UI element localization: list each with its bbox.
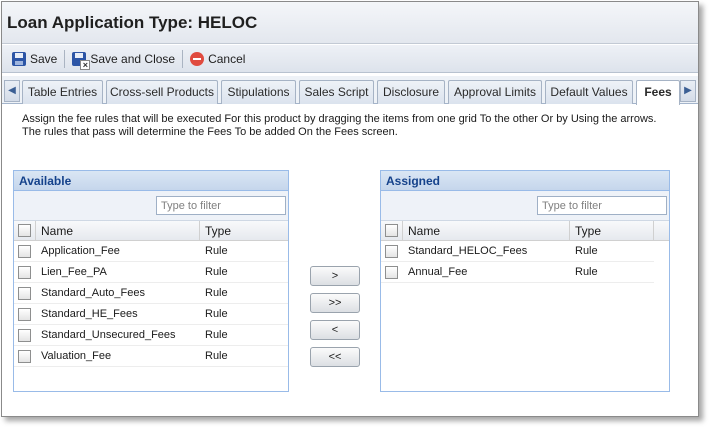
row-name: Lien_Fee_PA <box>41 266 107 278</box>
save-and-close-button[interactable]: × Save and Close <box>68 48 179 70</box>
move-right-button[interactable]: > <box>310 266 360 286</box>
assigned-name-column-header[interactable]: Name <box>403 221 570 240</box>
save-and-close-icon: × <box>72 51 91 70</box>
cancel-icon <box>190 51 205 66</box>
row-type: Rule <box>575 266 598 278</box>
toolbar: Save × Save and Close Cancel <box>2 45 698 73</box>
available-grid-body: Application_Fee Rule Lien_Fee_PA Rule St… <box>14 241 288 367</box>
row-checkbox[interactable] <box>18 349 31 363</box>
row-name: Standard_Auto_Fees <box>41 287 145 299</box>
available-select-all-checkbox[interactable] <box>18 224 31 237</box>
assigned-panel-title: Assigned <box>381 171 669 191</box>
available-panel-title: Available <box>14 171 288 191</box>
table-row[interactable]: Standard_Unsecured_Fees Rule <box>14 325 288 346</box>
row-checkbox[interactable] <box>18 244 31 258</box>
available-filter-input[interactable] <box>156 196 286 215</box>
row-name: Valuation_Fee <box>41 350 112 362</box>
save-label: Save <box>30 51 58 66</box>
row-name: Application_Fee <box>41 245 120 257</box>
toolbar-separator <box>64 49 66 68</box>
cancel-label: Cancel <box>208 51 246 66</box>
row-checkbox[interactable] <box>18 328 31 342</box>
move-all-left-button[interactable]: << <box>310 347 360 367</box>
assigned-grid-body: Standard_HELOC_Fees Rule Annual_Fee Rule <box>381 241 669 283</box>
assigned-filter-input[interactable] <box>537 196 667 215</box>
available-filter-bar <box>14 191 288 221</box>
save-and-close-label: Save and Close <box>90 51 176 66</box>
row-checkbox[interactable] <box>18 307 31 321</box>
assigned-type-column-header[interactable]: Type <box>570 221 654 240</box>
tab-default-values[interactable]: Default Values <box>545 80 633 104</box>
row-name: Standard_HE_Fees <box>41 308 138 320</box>
table-row[interactable]: Standard_HE_Fees Rule <box>14 304 288 325</box>
table-row[interactable]: Standard_Auto_Fees Rule <box>14 283 288 304</box>
instructions-text: Assign the fee rules that will be execut… <box>22 113 692 139</box>
window-title: Loan Application Type: HELOC <box>7 13 258 32</box>
row-name: Annual_Fee <box>408 266 468 278</box>
move-all-right-button[interactable]: >> <box>310 293 360 313</box>
row-type: Rule <box>205 245 228 257</box>
loan-application-type-window: Loan Application Type: HELOC Save × Save… <box>1 1 699 417</box>
assigned-select-all-checkbox[interactable] <box>385 224 398 237</box>
table-row[interactable]: Standard_HELOC_Fees Rule <box>381 241 654 262</box>
available-select-all-cell <box>14 221 36 240</box>
row-type: Rule <box>205 308 228 320</box>
tab-cross-sell-products[interactable]: Cross-sell Products <box>106 80 218 104</box>
row-type: Rule <box>205 266 228 278</box>
table-row[interactable]: Valuation_Fee Rule <box>14 346 288 367</box>
tab-scroll-right-icon[interactable]: ▶ <box>680 80 696 102</box>
row-checkbox[interactable] <box>385 244 398 258</box>
assigned-filter-bar <box>381 191 669 221</box>
row-checkbox[interactable] <box>385 265 398 279</box>
cancel-button[interactable]: Cancel <box>186 48 249 70</box>
tab-stipulations[interactable]: Stipulations <box>221 80 296 104</box>
assigned-grid-header: Name Type <box>381 221 669 241</box>
row-type: Rule <box>575 245 598 257</box>
available-name-column-header[interactable]: Name <box>36 221 200 240</box>
save-icon <box>12 51 26 66</box>
row-type: Rule <box>205 287 228 299</box>
available-type-column-header[interactable]: Type <box>200 221 286 240</box>
move-left-button[interactable]: < <box>310 320 360 340</box>
tab-disclosure[interactable]: Disclosure <box>377 80 445 104</box>
table-row[interactable]: Lien_Fee_PA Rule <box>14 262 288 283</box>
tab-sales-script[interactable]: Sales Script <box>299 80 374 104</box>
tab-table-entries[interactable]: Table Entries <box>22 80 103 104</box>
table-row[interactable]: Annual_Fee Rule <box>381 262 654 283</box>
row-name: Standard_HELOC_Fees <box>408 245 528 257</box>
instructions-line-2: The rules that pass will determine the F… <box>22 126 398 138</box>
assigned-panel: Assigned Name Type Standard_HELOC_Fees R… <box>380 170 670 392</box>
tab-strip: ◀ Table Entries Cross-sell Products Stip… <box>2 76 698 105</box>
toolbar-separator <box>182 49 184 68</box>
tab-fees[interactable]: Fees <box>636 80 680 105</box>
table-row[interactable]: Application_Fee Rule <box>14 241 288 262</box>
save-button[interactable]: Save <box>8 48 61 70</box>
row-type: Rule <box>205 329 228 341</box>
assigned-select-all-cell <box>381 221 403 240</box>
title-bar: Loan Application Type: HELOC <box>2 2 698 44</box>
row-checkbox[interactable] <box>18 286 31 300</box>
instructions-line-1: Assign the fee rules that will be execut… <box>22 113 657 125</box>
row-checkbox[interactable] <box>18 265 31 279</box>
row-type: Rule <box>205 350 228 362</box>
row-name: Standard_Unsecured_Fees <box>41 329 176 341</box>
available-grid-header: Name Type <box>14 221 288 241</box>
tab-scroll-left-icon[interactable]: ◀ <box>4 80 20 102</box>
tab-approval-limits[interactable]: Approval Limits <box>448 80 542 104</box>
available-panel: Available Name Type Application_Fee Rule… <box>13 170 289 392</box>
